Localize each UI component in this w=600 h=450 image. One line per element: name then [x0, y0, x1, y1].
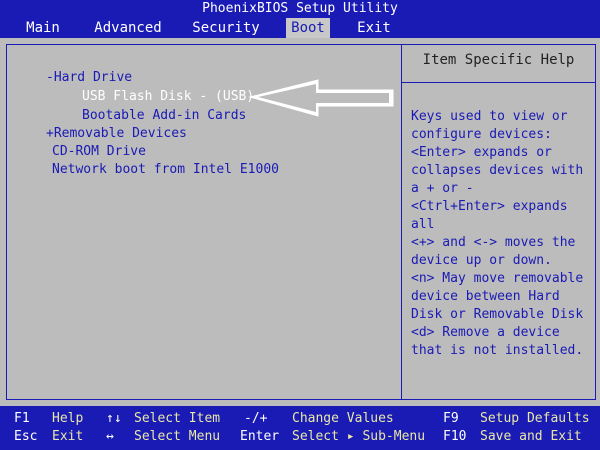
boot-item-bootable-add-in-cards[interactable]: Bootable Add-in Cards [82, 107, 246, 125]
panel-divider [401, 44, 402, 400]
key-minus-plus: -/+ [244, 411, 268, 426]
menu-bar: Main Advanced Security Boot Exit [0, 18, 600, 38]
menu-security[interactable]: Security [184, 18, 268, 38]
help-separator [402, 82, 595, 83]
key-f10-desc: Save and Exit [480, 429, 582, 444]
window-title: PhoenixBIOS Setup Utility [0, 0, 600, 18]
key-f9-desc: Setup Defaults [480, 411, 590, 426]
key-up-down-desc: Select Item [134, 411, 221, 426]
boot-item-cd-rom-drive[interactable]: CD-ROM Drive [52, 143, 146, 161]
boot-item-network-boot[interactable]: Network boot from Intel E1000 [52, 161, 279, 179]
help-text: Keys used to view or configure devices: … [411, 109, 584, 358]
menu-boot[interactable]: Boot [286, 18, 330, 38]
key-f1: F1 [14, 411, 30, 426]
boot-item-usb-flash-disk[interactable]: USB Flash Disk - (USB) [82, 88, 254, 106]
key-enter-desc: Select ▸ Sub-Menu [292, 429, 426, 444]
menu-exit[interactable]: Exit [350, 18, 398, 38]
menu-advanced[interactable]: Advanced [85, 18, 171, 38]
key-up-down: ↑↓ [106, 411, 122, 426]
key-f9: F9 [443, 411, 459, 426]
key-f1-desc: Help [52, 411, 84, 426]
menu-main[interactable]: Main [10, 18, 76, 38]
key-f10: F10 [443, 429, 467, 444]
boot-item-hard-drive[interactable]: -Hard Drive [46, 69, 132, 87]
boot-item-removable-devices[interactable]: +Removable Devices [46, 125, 187, 143]
footer-key-legend: F1 Help ↑↓ Select Item -/+ Change Values… [0, 406, 600, 450]
key-left-right-desc: Select Menu [134, 429, 221, 444]
key-esc: Esc [14, 429, 38, 444]
key-minus-plus-desc: Change Values [292, 411, 394, 426]
help-title: Item Specific Help [422, 52, 575, 68]
key-enter: Enter [240, 429, 280, 444]
key-esc-desc: Exit [52, 429, 84, 444]
key-left-right: ↔ [106, 429, 114, 444]
pointer-arrow-icon [248, 79, 394, 117]
